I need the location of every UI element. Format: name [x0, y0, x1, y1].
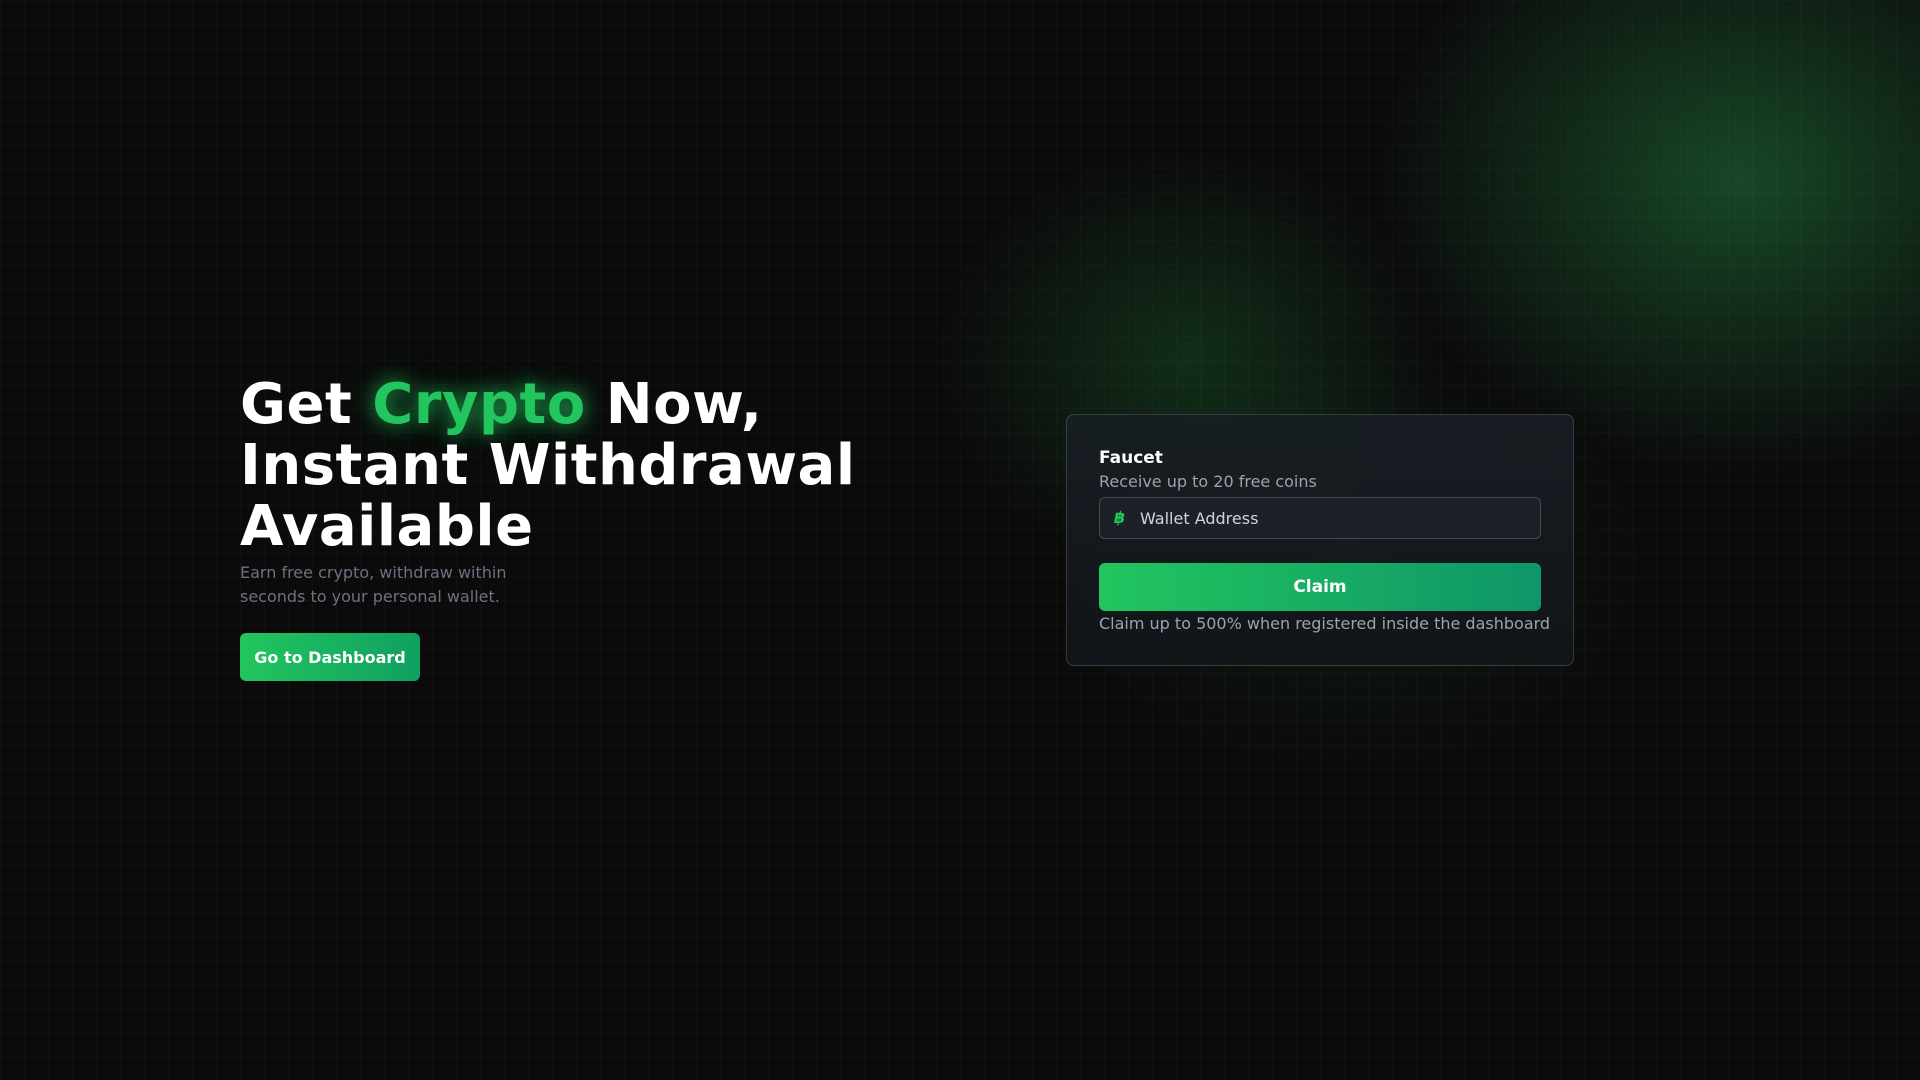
wallet-address-field[interactable]: ฿ — [1099, 497, 1541, 539]
claim-button[interactable]: Claim — [1099, 563, 1541, 611]
faucet-subtitle: Receive up to 20 free coins — [1099, 472, 1317, 491]
faucet-card: Faucet Receive up to 20 free coins ฿ Cla… — [1066, 414, 1574, 666]
hero-title-part2: Now, — [585, 372, 763, 437]
wallet-address-input[interactable] — [1140, 508, 1526, 528]
hero-title-line2: Instant Withdrawal — [240, 433, 856, 498]
bitcoin-icon: ฿ — [1114, 508, 1126, 527]
faucet-title: Faucet — [1099, 448, 1163, 468]
faucet-note: Claim up to 500% when registered inside … — [1099, 614, 1551, 633]
hero-title-line3: Available — [240, 494, 534, 559]
hero-title: Get Crypto Now, Instant Withdrawal Avail… — [240, 374, 940, 557]
hero-title-accent: Crypto — [372, 372, 586, 437]
go-to-dashboard-button[interactable]: Go to Dashboard — [240, 633, 420, 681]
hero-title-part1: Get — [240, 372, 373, 437]
hero-subtitle: Earn free crypto, withdraw within second… — [240, 563, 507, 606]
hero-section: Get Crypto Now, Instant Withdrawal Avail… — [240, 374, 940, 681]
